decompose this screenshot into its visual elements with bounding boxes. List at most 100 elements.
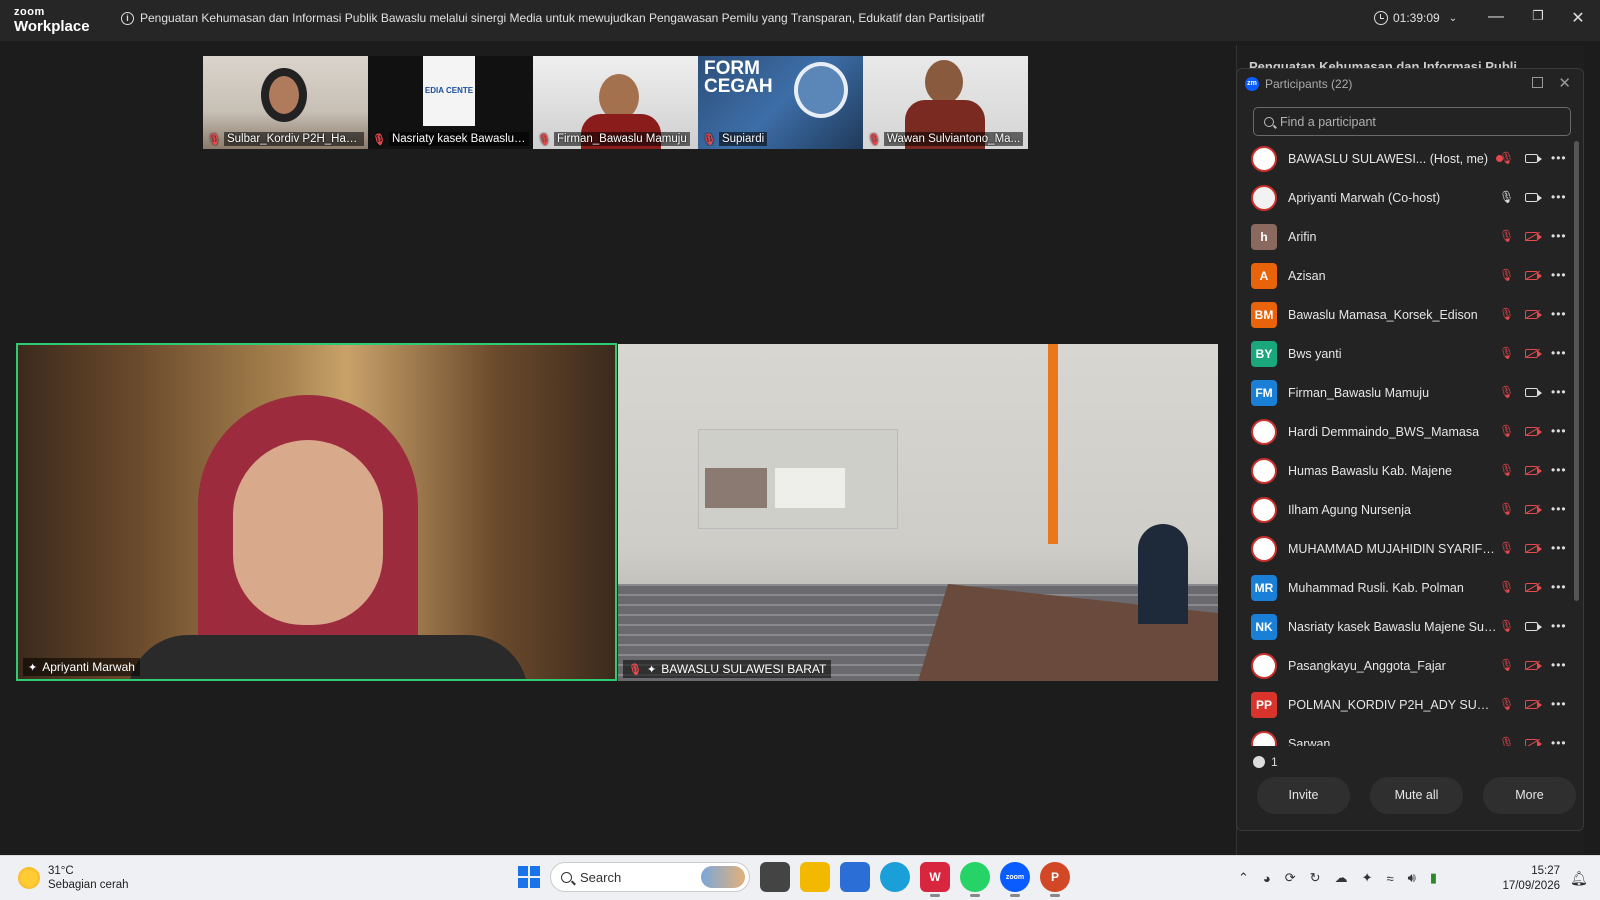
mute-all-button[interactable]: Mute all [1370, 777, 1463, 814]
camera-icon[interactable] [1525, 621, 1542, 631]
wifi-icon[interactable]: ≈ [1386, 871, 1393, 886]
participant-list-scrollbar[interactable] [1574, 141, 1579, 601]
wps-office-icon[interactable]: W [920, 862, 950, 897]
camera-icon[interactable] [1525, 192, 1542, 202]
microphone-muted-icon[interactable]: 🎙︎ [1499, 580, 1514, 594]
weather-widget[interactable]: 31°C Sebagian cerah [18, 864, 129, 892]
microsoft-store-icon[interactable] [840, 862, 870, 892]
more-options-icon[interactable]: ••• [1551, 424, 1567, 438]
microphone-muted-icon[interactable]: 🎙︎ [1499, 307, 1514, 321]
camera-off-icon[interactable] [1525, 738, 1542, 746]
powerpoint-icon[interactable]: P [1040, 862, 1070, 897]
more-options-icon[interactable]: ••• [1551, 346, 1567, 360]
minimize-icon[interactable]: — [1484, 8, 1508, 26]
microphone-muted-icon[interactable]: 🎙︎ [1499, 424, 1514, 438]
more-options-icon[interactable]: ••• [1551, 463, 1567, 477]
more-options-icon[interactable]: ••• [1551, 307, 1567, 321]
participant-row[interactable]: Humas Bawaslu Kab. Majene 🎙︎ ••• [1237, 451, 1577, 490]
popout-icon[interactable] [1532, 77, 1543, 88]
close-icon[interactable]: ✕ [1566, 8, 1590, 28]
bluetooth-tray-icon[interactable]: ✦ [1362, 870, 1373, 886]
participant-row[interactable]: NK Nasriaty kasek Bawaslu Majene SulBar 🎙︎… [1237, 607, 1577, 646]
participant-row[interactable]: Ilham Agung Nursenja 🎙︎ ••• [1237, 490, 1577, 529]
camera-off-icon[interactable] [1525, 582, 1542, 592]
invite-button[interactable]: Invite [1257, 777, 1350, 814]
meeting-topic[interactable]: i Penguatan Kehumasan dan Informasi Publ… [121, 11, 985, 25]
participant-search-input[interactable] [1280, 114, 1560, 129]
microphone-muted-icon[interactable]: 🎙︎ [1499, 268, 1514, 282]
camera-off-icon[interactable] [1525, 660, 1542, 670]
file-explorer-icon[interactable] [800, 862, 830, 892]
thumbnail-video[interactable]: 🎙︎ Sulbar_Kordiv P2H_Hamr... [203, 56, 368, 149]
camera-off-icon[interactable] [1525, 270, 1542, 280]
thumbnail-video[interactable]: 🎙︎ Wawan Sulviantono_Ma... [863, 56, 1028, 149]
camera-off-icon[interactable] [1525, 543, 1542, 553]
camera-off-icon[interactable] [1525, 231, 1542, 241]
microphone-muted-icon[interactable]: 🎙︎ [1499, 385, 1514, 399]
participant-row[interactable]: A Azisan 🎙︎ ••• [1237, 256, 1577, 295]
microphone-muted-icon[interactable]: 🎙︎ [1499, 151, 1514, 165]
waiting-room-indicator[interactable]: 1 [1253, 755, 1278, 769]
microphone-muted-icon[interactable]: 🎙︎ [1499, 502, 1514, 516]
participant-row[interactable]: Apriyanti Marwah (Co-host) 🎙︎ ••• [1237, 178, 1577, 217]
more-options-icon[interactable]: ••• [1551, 736, 1567, 746]
task-view-icon[interactable] [760, 862, 790, 892]
camera-off-icon[interactable] [1525, 699, 1542, 709]
notification-bell-icon[interactable]: 🔔︎ [1570, 870, 1588, 887]
more-options-icon[interactable]: ••• [1551, 151, 1567, 165]
more-options-icon[interactable]: ••• [1551, 385, 1567, 399]
participant-row[interactable]: h Arifin 🎙︎ ••• [1237, 217, 1577, 256]
participant-row[interactable]: FM Firman_Bawaslu Mamuju 🎙︎ ••• [1237, 373, 1577, 412]
microphone-muted-icon[interactable]: 🎙︎ [1499, 619, 1514, 633]
chevron-down-icon[interactable]: ⌄ [1449, 13, 1457, 24]
participant-row[interactable]: BM Bawaslu Mamasa_Korsek_Edison 🎙︎ ••• [1237, 295, 1577, 334]
camera-off-icon[interactable] [1525, 309, 1542, 319]
participant-row[interactable]: PP POLMAN_KORDIV P2H_ADY SURAT... 🎙︎ ••• [1237, 685, 1577, 724]
windows-start-icon[interactable] [518, 866, 540, 888]
network-tray-icon[interactable]: ◕ [1263, 871, 1271, 886]
more-options-icon[interactable]: ••• [1551, 580, 1567, 594]
active-speaker-video[interactable]: ✦ Apriyanti Marwah [16, 343, 617, 681]
participant-row[interactable]: Hardi Demmaindo_BWS_Mamasa 🎙︎ ••• [1237, 412, 1577, 451]
participant-row[interactable]: Pasangkayu_Anggota_Fajar 🎙︎ ••• [1237, 646, 1577, 685]
thumbnail-video[interactable]: EDIA CENTE 🎙︎ Nasriaty kasek Bawaslu ... [368, 56, 533, 149]
close-icon[interactable]: ✕ [1558, 74, 1571, 92]
restore-icon[interactable]: ❐ [1526, 8, 1550, 24]
more-options-icon[interactable]: ••• [1551, 697, 1567, 711]
camera-off-icon[interactable] [1525, 426, 1542, 436]
microphone-muted-icon[interactable]: 🎙︎ [1499, 541, 1514, 555]
microphone-muted-icon[interactable]: 🎙︎ [1499, 229, 1514, 243]
thumbnail-video[interactable]: 🎙︎ Firman_Bawaslu Mamuju [533, 56, 698, 149]
meeting-timer[interactable]: 01:39:09 ⌄ [1374, 11, 1457, 25]
more-options-icon[interactable]: ••• [1551, 229, 1567, 243]
thumbnail-video[interactable]: FORM CEGAH 🎙︎ Supiardi [698, 56, 863, 149]
edge-browser-icon[interactable] [880, 862, 910, 892]
participant-row[interactable]: MUHAMMAD MUJAHIDIN SYARIFU... 🎙︎ ••• [1237, 529, 1577, 568]
more-options-icon[interactable]: ••• [1551, 268, 1567, 282]
taskbar-clock[interactable]: 15:27 17/09/2026 [1500, 864, 1560, 894]
microphone-icon[interactable]: 🎙︎ [1499, 190, 1514, 204]
microphone-muted-icon[interactable]: 🎙︎ [1499, 346, 1514, 360]
camera-icon[interactable] [1525, 153, 1542, 163]
more-options-icon[interactable]: ••• [1551, 658, 1567, 672]
more-options-icon[interactable]: ••• [1551, 190, 1567, 204]
battery-icon[interactable]: ▮ [1430, 870, 1437, 886]
participant-row[interactable]: BY Bws yanti 🎙︎ ••• [1237, 334, 1577, 373]
volume-icon[interactable]: 🔊︎ [1408, 870, 1416, 886]
participant-search[interactable] [1253, 107, 1571, 136]
camera-off-icon[interactable] [1525, 504, 1542, 514]
camera-off-icon[interactable] [1525, 465, 1542, 475]
zoom-app-icon[interactable]: zoom [1000, 862, 1030, 897]
more-options-icon[interactable]: ••• [1551, 502, 1567, 516]
microphone-muted-icon[interactable]: 🎙︎ [1499, 736, 1514, 746]
participant-row[interactable]: Sarwan 🎙︎ ••• [1237, 724, 1577, 746]
more-options-icon[interactable]: ••• [1551, 619, 1567, 633]
participant-row[interactable]: BAWASLU SULAWESI... (Host, me) 🎙︎ ••• [1237, 139, 1577, 178]
update-tray-icon[interactable]: ↻ [1310, 870, 1321, 886]
more-button[interactable]: More [1483, 777, 1576, 814]
taskbar-search[interactable]: Search [550, 862, 750, 892]
info-icon[interactable]: i [121, 11, 134, 25]
microphone-muted-icon[interactable]: 🎙︎ [1499, 658, 1514, 672]
cloud-tray-icon[interactable]: ☁ [1335, 870, 1348, 886]
whatsapp-icon[interactable] [960, 862, 990, 897]
